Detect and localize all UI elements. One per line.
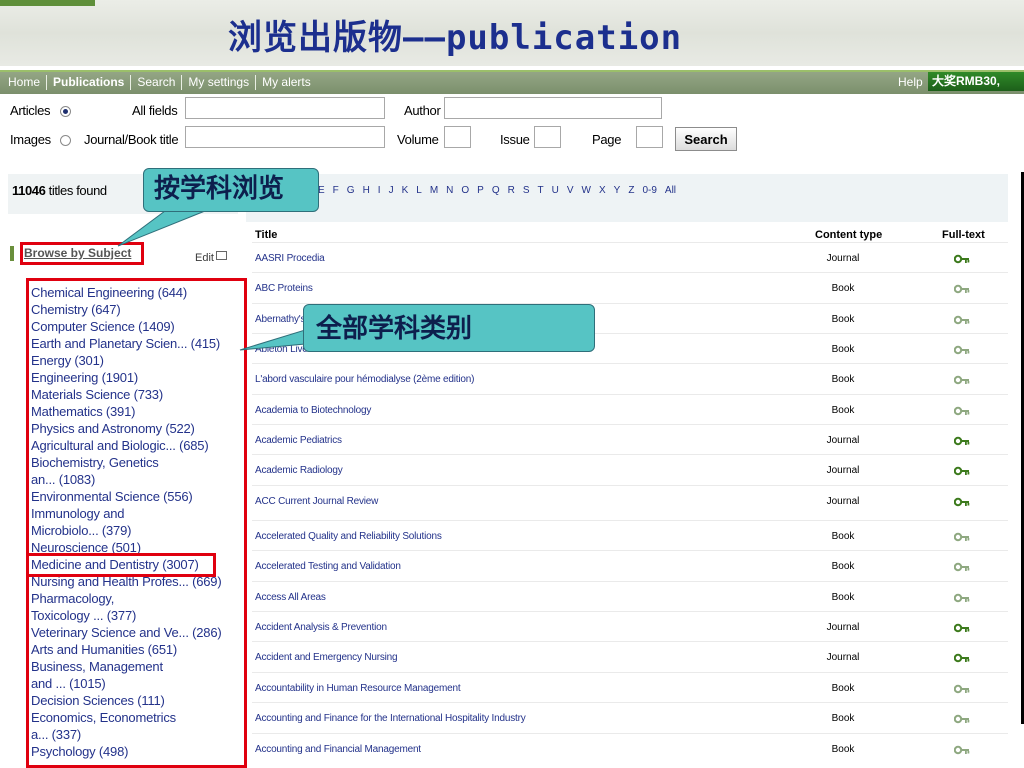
- callout-pointers: [117, 210, 306, 351]
- subjects-callout-pointer: [239, 329, 306, 351]
- browse-callout-pointer: [117, 210, 206, 247]
- all-subjects-callout: 全部学科类别: [303, 304, 595, 352]
- browse-by-subject-callout: 按学科浏览: [143, 168, 319, 212]
